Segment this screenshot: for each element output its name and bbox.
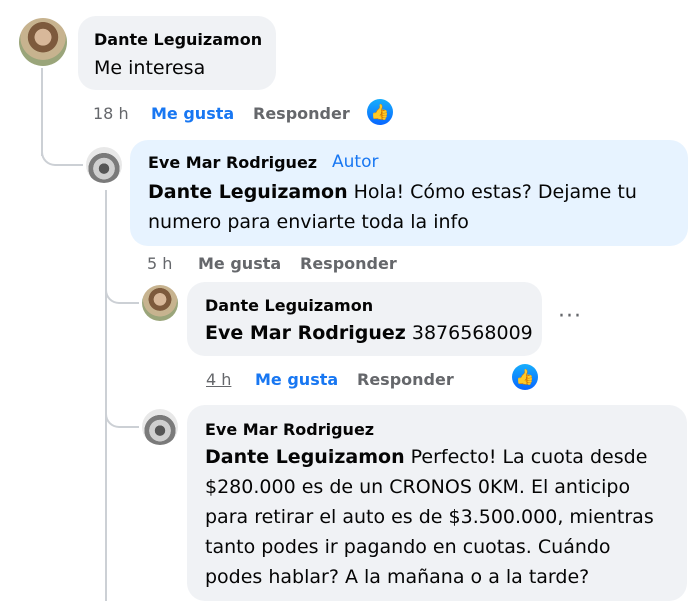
reply-bubble: Dante Leguizamon Eve Mar Rodriguez 38765…: [187, 282, 542, 356]
reply-text-line: para retirar el auto es de $3.500.000, m…: [205, 506, 654, 528]
reply-text-line: Hola! Cómo estas? Dejame tu: [347, 181, 637, 203]
reply-time[interactable]: 5 h: [147, 254, 172, 273]
like-button[interactable]: Me gusta: [151, 104, 234, 123]
comment-bubble: Dante Leguizamon Me interesa: [78, 16, 276, 90]
mention-link[interactable]: Dante Leguizamon: [205, 446, 405, 468]
thumbs-up-icon[interactable]: 👍: [512, 364, 538, 390]
reply-button[interactable]: Responder: [253, 104, 350, 123]
reply-bubble: Eve Mar Rodriguez Dante Leguizamon Perfe…: [187, 405, 687, 601]
thread-curve: [105, 280, 139, 304]
reply-author[interactable]: Dante Leguizamon: [205, 296, 373, 315]
reply-button[interactable]: Responder: [357, 370, 454, 389]
thread-curve: [105, 404, 139, 428]
reply-text: Eve Mar Rodriguez 3876568009: [205, 318, 533, 348]
reply-text-line: numero para enviarte toda la info: [148, 211, 469, 233]
thread-line: [105, 190, 107, 601]
reply-bubble: Eve Mar Rodriguez Autor Dante Leguizamon…: [130, 140, 688, 246]
reply-time[interactable]: 4 h: [206, 370, 231, 389]
mention-link[interactable]: Dante Leguizamon: [148, 181, 348, 203]
like-button[interactable]: Me gusta: [255, 370, 338, 389]
avatar[interactable]: [142, 409, 178, 445]
author-badge: Autor: [332, 152, 379, 172]
avatar[interactable]: [142, 285, 178, 321]
reply-text-line: podes hablar? A la mañana o a la tarde?: [205, 566, 590, 588]
like-button[interactable]: Me gusta: [198, 254, 281, 273]
more-options-icon[interactable]: ···: [558, 304, 582, 329]
thumbs-up-icon[interactable]: 👍: [367, 99, 393, 125]
reply-text: Dante Leguizamon Hola! Cómo estas? Dejam…: [148, 177, 637, 207]
reply-button[interactable]: Responder: [300, 254, 397, 273]
comment-text: Me interesa: [94, 57, 206, 79]
comment-author[interactable]: Dante Leguizamon: [94, 30, 262, 49]
thread-curve: [41, 140, 83, 166]
reply-text-line: Perfecto! La cuota desde: [404, 446, 648, 468]
mention-link[interactable]: Eve Mar Rodriguez: [205, 322, 406, 344]
reply-text-line: tanto podes ir pagando en cuotas. Cuándo: [205, 536, 611, 558]
avatar[interactable]: [86, 147, 122, 183]
avatar[interactable]: [19, 18, 67, 66]
comment-time[interactable]: 18 h: [93, 104, 129, 123]
reply-author[interactable]: Eve Mar Rodriguez: [205, 420, 374, 439]
reply-text-content: 3876568009: [405, 322, 533, 344]
reply-author[interactable]: Eve Mar Rodriguez: [148, 153, 317, 172]
reply-text-line: $280.000 es de un CRONOS 0KM. El anticip…: [205, 476, 631, 498]
reply-text: Dante Leguizamon Perfecto! La cuota desd…: [205, 442, 647, 472]
